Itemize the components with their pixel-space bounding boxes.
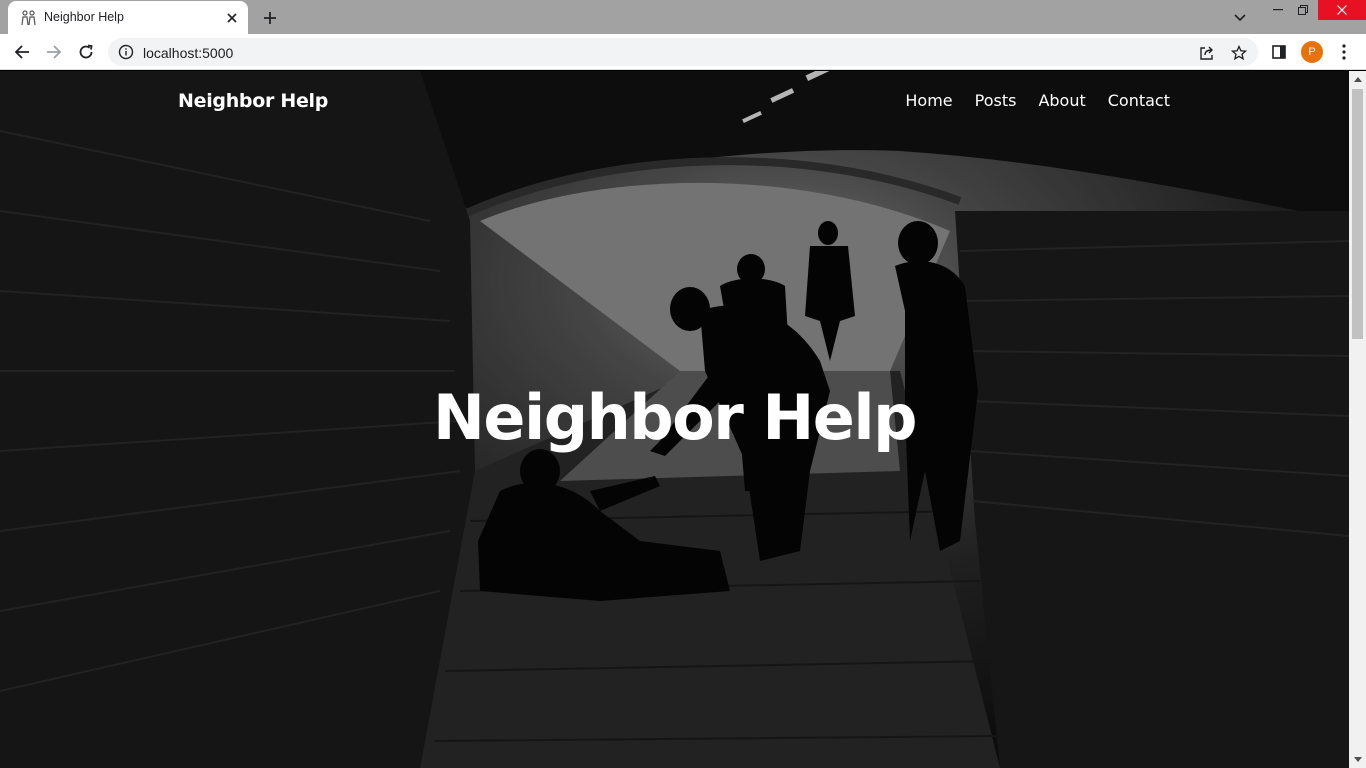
hero-section: Neighbor Help Home Posts About Contact N… [0, 71, 1349, 768]
nav-link-posts[interactable]: Posts [975, 91, 1017, 110]
side-panel-icon[interactable] [1265, 38, 1293, 66]
page-scrollbar[interactable] [1349, 71, 1366, 768]
browser-tab[interactable]: Neighbor Help [8, 1, 248, 34]
page-viewport: Neighbor Help Home Posts About Contact N… [0, 71, 1366, 768]
site-navbar: Neighbor Help Home Posts About Contact [0, 71, 1349, 131]
nav-link-home[interactable]: Home [905, 91, 952, 110]
nav-link-contact[interactable]: Contact [1108, 91, 1170, 110]
close-window-icon[interactable] [1318, 0, 1366, 20]
kebab-menu-icon[interactable] [1330, 38, 1358, 66]
info-icon[interactable] [118, 44, 134, 60]
hero-heading: Neighbor Help [433, 381, 917, 454]
address-bar[interactable]: localhost:5000 [108, 38, 1258, 66]
share-icon[interactable] [1196, 42, 1218, 64]
nav-link-about[interactable]: About [1038, 91, 1085, 110]
scrollbar-thumb[interactable] [1352, 89, 1363, 339]
tab-title: Neighbor Help [44, 10, 124, 24]
scroll-up-icon[interactable] [1349, 71, 1366, 88]
new-tab-icon[interactable] [258, 6, 282, 30]
url-text: localhost:5000 [143, 45, 234, 61]
nav-links: Home Posts About Contact [905, 91, 1170, 110]
scroll-down-icon[interactable] [1349, 751, 1366, 768]
browser-tabstrip: Neighbor Help [0, 0, 1366, 34]
reload-icon[interactable] [72, 38, 100, 66]
profile-avatar[interactable]: P [1301, 41, 1323, 63]
forward-arrow-icon[interactable] [40, 38, 68, 66]
bookmark-star-icon[interactable] [1228, 42, 1250, 64]
brand-link[interactable]: Neighbor Help [178, 90, 328, 112]
close-tab-icon[interactable] [222, 8, 242, 28]
back-arrow-icon[interactable] [8, 38, 36, 66]
people-icon [20, 9, 38, 27]
chevron-down-icon[interactable] [1228, 6, 1252, 30]
browser-toolbar: localhost:5000 P [0, 34, 1366, 70]
